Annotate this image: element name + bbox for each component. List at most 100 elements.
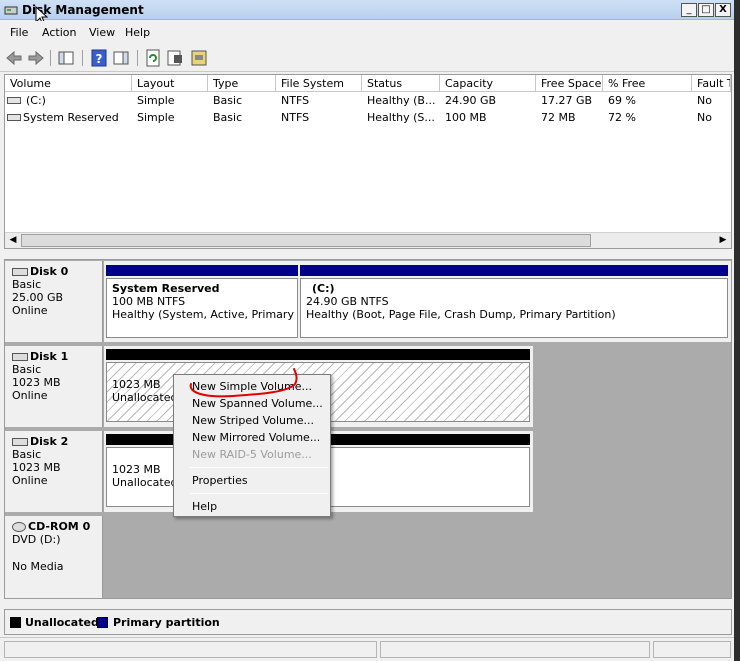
title-bar[interactable]: Disk Management _ □ X — [0, 0, 734, 20]
disk-1-label[interactable]: Disk 1 Basic 1023 MB Online — [5, 346, 103, 427]
cd-drive-icon — [12, 522, 26, 532]
column-header-free-space[interactable]: Free Space — [536, 75, 603, 92]
menu-help[interactable]: Help — [125, 26, 150, 39]
close-button[interactable]: X — [715, 3, 731, 17]
disk-0-label[interactable]: Disk 0 Basic 25.00 GB Online — [5, 261, 103, 342]
volume-drive-icon — [7, 97, 21, 104]
properties-icon[interactable] — [166, 49, 184, 67]
table-row[interactable]: System Reserved Simple Basic NTFS Health… — [5, 110, 731, 126]
disk-name: Disk 1 — [30, 350, 69, 363]
column-header-file-system[interactable]: File System — [276, 75, 362, 92]
disk-size: 25.00 GB — [12, 291, 64, 304]
cell-volume: System Reserved — [23, 111, 119, 124]
desktop-edge — [734, 0, 740, 661]
help-icon[interactable]: ? — [90, 49, 108, 67]
refresh-icon[interactable] — [144, 49, 162, 67]
status-bar — [0, 637, 734, 661]
menu-item-properties[interactable]: Properties — [192, 474, 248, 487]
column-header-percent-free[interactable]: % Free — [603, 75, 692, 92]
disk-name: Disk 2 — [30, 435, 69, 448]
menu-item-new-striped-volume[interactable]: New Striped Volume... — [192, 414, 314, 427]
status-pane — [653, 641, 731, 658]
cell-capacity: 100 MB — [445, 111, 487, 124]
menu-item-new-raid5-volume: New RAID-5 Volume... — [192, 448, 312, 461]
partition-status: Healthy (System, Active, Primary Partiti… — [112, 308, 297, 321]
legend-primary-swatch — [97, 617, 108, 628]
disk-2-label[interactable]: Disk 2 Basic 1023 MB Online — [5, 431, 103, 512]
menu-view[interactable]: View — [89, 26, 115, 39]
status-pane — [4, 641, 377, 658]
partition-name: (C:) — [312, 282, 335, 295]
menu-action[interactable]: Action — [42, 26, 76, 39]
status-pane — [380, 641, 650, 658]
legend: Unallocated Primary partition — [4, 609, 732, 635]
table-row[interactable]: (C:) Simple Basic NTFS Healthy (B... 24.… — [5, 93, 731, 109]
menu-item-new-mirrored-volume[interactable]: New Mirrored Volume... — [192, 431, 320, 444]
disk-status: Online — [12, 389, 48, 402]
disk-settings-icon[interactable] — [190, 49, 208, 67]
show-hide-console-tree-icon[interactable] — [57, 49, 75, 67]
cell-percent-free: 72 % — [608, 111, 636, 124]
disk-type: Basic — [12, 363, 42, 376]
legend-primary-partition: Primary partition — [113, 616, 220, 629]
column-header-fault-tolerance[interactable]: Fault T — [692, 75, 731, 92]
pane-splitter[interactable] — [4, 250, 732, 258]
cell-file-system: NTFS — [281, 94, 310, 107]
toolbar-separator — [82, 50, 83, 66]
hard-disk-icon — [12, 268, 28, 276]
toolbar-separator — [137, 50, 138, 66]
cell-capacity: 24.90 GB — [445, 94, 497, 107]
disk-graphical-view[interactable]: Disk 0 Basic 25.00 GB Online System Rese… — [4, 259, 732, 599]
partition-name: System Reserved — [112, 282, 220, 295]
partition-bar — [106, 349, 530, 360]
hard-disk-icon — [12, 438, 28, 446]
menu-file[interactable]: File — [10, 26, 28, 39]
forward-arrow-icon[interactable] — [27, 49, 45, 67]
disk-status: No Media — [12, 560, 64, 573]
cell-status: Healthy (S... — [367, 111, 435, 124]
cell-fault-tolerance: No — [697, 94, 712, 107]
column-header-status[interactable]: Status — [362, 75, 440, 92]
scroll-left-arrow-icon[interactable]: ◀ — [6, 235, 20, 245]
partition-bar — [106, 265, 298, 276]
scroll-right-arrow-icon[interactable]: ▶ — [716, 235, 730, 245]
cell-free-space: 72 MB — [541, 111, 576, 124]
column-header-volume[interactable]: Volume — [5, 75, 132, 92]
disk-type: Basic — [12, 278, 42, 291]
maximize-button[interactable]: □ — [698, 3, 714, 17]
minimize-button[interactable]: _ — [681, 3, 697, 17]
partition-system-reserved[interactable]: System Reserved 100 MB NTFS Healthy (Sys… — [106, 265, 298, 340]
scrollbar-thumb[interactable] — [21, 234, 591, 247]
disk-name: CD-ROM 0 — [28, 520, 91, 533]
toolbar-separator — [50, 50, 51, 66]
column-header-layout[interactable]: Layout — [132, 75, 208, 92]
toolbar: ? — [0, 44, 734, 72]
show-action-pane-icon[interactable] — [112, 49, 130, 67]
partition-size: 24.90 GB NTFS — [306, 295, 389, 308]
cell-volume: (C:) — [26, 94, 46, 107]
menu-separator — [190, 467, 328, 468]
disk-type: DVD (D:) — [12, 533, 61, 546]
column-header-type[interactable]: Type — [208, 75, 276, 92]
cell-percent-free: 69 % — [608, 94, 636, 107]
cell-free-space: 17.27 GB — [541, 94, 593, 107]
legend-unallocated-swatch — [10, 617, 21, 628]
disk-name: Disk 0 — [30, 265, 69, 278]
volume-list[interactable]: Volume Layout Type File System Status Ca… — [4, 74, 732, 249]
cell-type: Basic — [213, 111, 243, 124]
partition-status: Healthy (Boot, Page File, Crash Dump, Pr… — [306, 308, 616, 321]
svg-text:?: ? — [96, 52, 103, 66]
partition-c-drive[interactable]: (C:) 24.90 GB NTFS Healthy (Boot, Page F… — [300, 265, 728, 340]
cell-layout: Simple — [137, 111, 175, 124]
back-arrow-icon[interactable] — [5, 49, 23, 67]
menu-item-help[interactable]: Help — [192, 500, 217, 513]
horizontal-scrollbar[interactable]: ◀ ▶ — [5, 232, 731, 248]
disk-status: Online — [12, 304, 48, 317]
cell-type: Basic — [213, 94, 243, 107]
menu-bar: File Action View Help — [0, 21, 734, 43]
cdrom-0-label[interactable]: CD-ROM 0 DVD (D:) No Media — [5, 516, 103, 598]
cell-layout: Simple — [137, 94, 175, 107]
partition-size: 100 MB NTFS — [112, 295, 186, 308]
disk-size: 1023 MB — [12, 376, 61, 389]
column-header-capacity[interactable]: Capacity — [440, 75, 536, 92]
